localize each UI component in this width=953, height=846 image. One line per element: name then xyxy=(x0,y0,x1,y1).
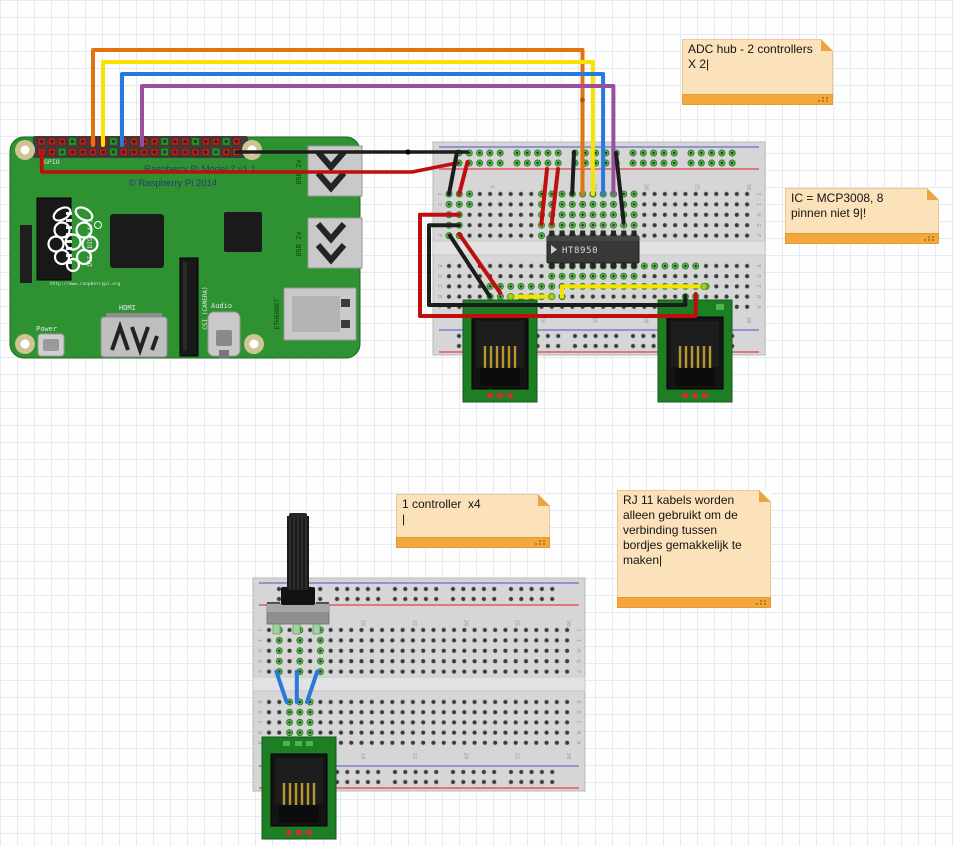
svg-text:F: F xyxy=(436,234,442,237)
svg-text:I: I xyxy=(575,639,581,642)
usb-port-bottom xyxy=(308,218,362,268)
note-text[interactable]: 1 controller x4 | xyxy=(402,497,535,537)
chip-secondary xyxy=(224,212,262,252)
svg-text:15: 15 xyxy=(411,620,417,627)
hdmi-port xyxy=(101,313,167,357)
wire-joint[interactable] xyxy=(580,98,585,103)
note-bar[interactable] xyxy=(617,597,771,608)
resize-grip-icon[interactable] xyxy=(543,543,545,545)
ic-label: HT8950 xyxy=(562,246,598,256)
resize-grip-icon[interactable] xyxy=(932,239,934,241)
power-label: Power xyxy=(36,325,57,333)
note-bar[interactable] xyxy=(682,94,833,105)
hdmi-label: HDMI xyxy=(119,304,136,312)
svg-text:25: 25 xyxy=(514,753,520,760)
svg-text:H: H xyxy=(256,649,262,652)
svg-text:G: G xyxy=(575,660,581,663)
svg-text:I: I xyxy=(755,203,761,206)
svg-text:10: 10 xyxy=(360,753,366,760)
svg-text:10: 10 xyxy=(360,620,366,627)
svg-text:I: I xyxy=(256,639,262,642)
svg-text:30: 30 xyxy=(745,317,751,324)
potentiometer[interactable] xyxy=(267,513,329,634)
rj11-board-bottom[interactable] xyxy=(262,737,336,839)
svg-text:E: E xyxy=(575,700,581,703)
soc-chip xyxy=(110,214,164,268)
sticky-note-adc-hub[interactable]: ADC hub - 2 controllers X 2| xyxy=(682,39,833,105)
svg-text:30: 30 xyxy=(565,753,571,760)
note-text[interactable]: ADC hub - 2 controllers X 2| xyxy=(688,42,818,94)
svg-text:E: E xyxy=(256,700,262,703)
power-port xyxy=(38,334,64,356)
audio-jack xyxy=(208,312,240,358)
svg-text:H: H xyxy=(575,649,581,652)
svg-text:20: 20 xyxy=(462,753,468,760)
gpio-label: GPIO xyxy=(44,158,60,166)
svg-text:30: 30 xyxy=(565,620,571,627)
svg-text:I: I xyxy=(436,203,442,206)
raspberry-pi-board[interactable]: Raspberry Pi Model 2 v1.1 © Raspberry Pi… xyxy=(10,136,362,358)
svg-text:F: F xyxy=(256,670,262,673)
svg-text:H: H xyxy=(755,213,761,216)
svg-text:D: D xyxy=(256,711,262,714)
svg-text:25: 25 xyxy=(694,184,700,191)
audio-label: Audio xyxy=(211,302,232,310)
svg-text:15: 15 xyxy=(411,753,417,760)
sticky-note-mcp3008[interactable]: IC = MCP3008, 8 pinnen niet 9|! xyxy=(785,188,939,244)
svg-text:F: F xyxy=(755,234,761,237)
svg-text:D: D xyxy=(755,275,761,278)
resize-grip-icon[interactable] xyxy=(826,100,828,102)
sticky-note-rj11[interactable]: RJ 11 kabels worden alleen gebruikt om d… xyxy=(617,490,771,608)
svg-text:G: G xyxy=(755,224,761,227)
svg-text:E: E xyxy=(436,264,442,267)
svg-text:20: 20 xyxy=(462,620,468,627)
svg-text:C: C xyxy=(755,285,761,288)
pi-copyright: © Raspberry Pi 2014 xyxy=(129,178,217,189)
svg-text:30: 30 xyxy=(745,184,751,191)
note-text[interactable]: IC = MCP3008, 8 pinnen niet 9|! xyxy=(791,191,924,233)
jumper-black-mid[interactable] xyxy=(572,152,574,194)
schematic-scene: Raspberry Pi Model 2 v1.1 © Raspberry Pi… xyxy=(0,0,953,846)
svg-text:C: C xyxy=(575,721,581,724)
svg-text:F: F xyxy=(575,670,581,673)
svg-text:20: 20 xyxy=(642,184,648,191)
ic-chip[interactable]: HT8950 xyxy=(547,231,639,269)
note-bar[interactable] xyxy=(785,233,939,244)
svg-text:J: J xyxy=(575,628,581,631)
pot-shaft[interactable] xyxy=(287,513,309,590)
sticky-note-controller[interactable]: 1 controller x4 | xyxy=(396,494,550,548)
svg-text:C: C xyxy=(436,285,442,288)
fritzing-canvas: Raspberry Pi Model 2 v1.1 © Raspberry Pi… xyxy=(0,0,953,846)
wire-joint[interactable] xyxy=(405,149,410,154)
svg-text:25: 25 xyxy=(514,620,520,627)
ethernet-port xyxy=(284,288,356,340)
note-text[interactable]: RJ 11 kabels worden alleen gebruikt om d… xyxy=(623,493,756,597)
svg-text:5: 5 xyxy=(488,185,494,188)
svg-text:D: D xyxy=(436,275,442,278)
usb-bottom-label: USB 2x xyxy=(295,231,303,256)
svg-text:C: C xyxy=(256,721,262,724)
resize-grip-icon[interactable] xyxy=(764,603,766,605)
pi-url: http://www.raspberrypi.org xyxy=(50,281,121,287)
svg-text:J: J xyxy=(256,628,262,631)
svg-text:D: D xyxy=(575,711,581,714)
svg-text:J: J xyxy=(436,192,442,195)
svg-text:G: G xyxy=(256,660,262,663)
svg-text:J: J xyxy=(755,192,761,195)
note-bar[interactable] xyxy=(396,537,550,548)
ethernet-label: ETHERNET xyxy=(273,298,281,329)
svg-text:E: E xyxy=(755,264,761,267)
